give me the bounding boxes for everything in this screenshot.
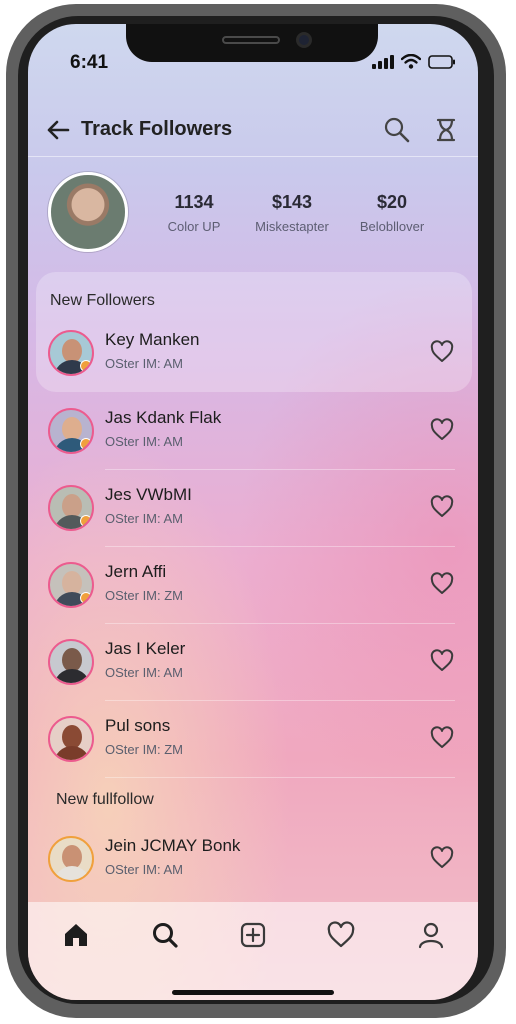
search-icon[interactable] (383, 116, 411, 144)
camera-icon (296, 32, 312, 48)
row-divider (105, 546, 455, 547)
wifi-icon (401, 54, 421, 69)
list-item[interactable]: Jein JCMAY Bonk OSter IM: AM (28, 822, 478, 898)
follower-name: Jas I Keler (105, 639, 186, 658)
header-divider (28, 156, 478, 157)
follower-subtitle: OSter IM: AM (105, 862, 184, 877)
stat-1: 1134 Color UP (164, 192, 224, 234)
stat-value: $143 (271, 192, 313, 212)
row-divider (105, 700, 455, 701)
stat-3: $20 Belobllover (352, 192, 432, 234)
section-title-new-fullfollow: New fullfollow (56, 791, 154, 808)
avatar (48, 485, 94, 531)
stat-value: $20 (376, 192, 408, 212)
list-item[interactable]: Pul sons OSter IM: ZM (28, 702, 478, 778)
signal-icon (372, 55, 394, 69)
stat-label: Miskestapter (255, 219, 329, 234)
badge-icon (80, 360, 92, 372)
user-icon[interactable] (416, 920, 446, 950)
follower-subtitle: OSter IM: AM (105, 511, 184, 526)
follower-subtitle: OSter IM: AM (105, 356, 184, 371)
page-title: Track Followers (81, 118, 233, 140)
search-icon[interactable] (150, 920, 180, 950)
follower-name: Jas Kdank Flak (105, 408, 222, 427)
heart-icon[interactable] (430, 340, 454, 364)
avatar (48, 408, 94, 454)
speaker-grille (222, 36, 280, 44)
badge-icon (80, 515, 92, 527)
heart-icon[interactable] (430, 572, 454, 596)
follower-name: Jes VWbMI (105, 485, 192, 504)
badge-icon (80, 438, 92, 450)
follower-subtitle: OSter IM: AM (105, 665, 184, 680)
follower-subtitle: OSter IM: ZM (105, 588, 183, 603)
status-icons (372, 54, 456, 69)
avatar (48, 639, 94, 685)
avatar (48, 562, 94, 608)
heart-icon[interactable] (430, 418, 454, 442)
stat-label: Belobllover (359, 219, 425, 234)
bottom-tab-bar (28, 902, 478, 1000)
battery-icon (428, 55, 455, 69)
home-icon[interactable] (61, 920, 91, 950)
follower-subtitle: OSter IM: AM (105, 434, 184, 449)
stat-value: 1134 (174, 192, 214, 212)
plus-square-icon[interactable] (238, 920, 268, 950)
section-title-new-followers: New Followers (50, 292, 155, 309)
stat-label: Color UP (167, 219, 221, 234)
follower-name: Jein JCMAY Bonk (105, 836, 241, 855)
follower-name: Jern Affi (105, 562, 167, 581)
row-divider (105, 623, 455, 624)
heart-icon[interactable] (430, 495, 454, 519)
row-divider (105, 469, 455, 470)
avatar (48, 716, 94, 762)
badge-icon (80, 592, 92, 604)
status-time: 6:41 (70, 52, 109, 73)
heart-icon[interactable] (430, 649, 454, 673)
app-screen: 6:41 Track Followers 1134 Color UP $143 … (28, 24, 478, 1000)
home-indicator[interactable] (172, 990, 334, 995)
follower-name: Pul sons (105, 716, 171, 735)
list-item[interactable]: Jas Kdank Flak OSter IM: AM (28, 394, 478, 470)
list-item[interactable]: Jern Affi OSter IM: ZM (28, 548, 478, 624)
notch (126, 24, 378, 62)
follower-name: Key Manken (105, 330, 200, 349)
row-divider (105, 777, 455, 778)
avatar (48, 836, 94, 882)
heart-icon[interactable] (430, 726, 454, 750)
list-item[interactable]: Jes VWbMI OSter IM: AM (28, 471, 478, 547)
profile-avatar[interactable] (48, 172, 128, 252)
app-header: Track Followers (28, 108, 478, 160)
list-item[interactable]: Key Manken OSter IM: AM (28, 316, 478, 392)
avatar (48, 330, 94, 376)
stat-2: $143 Miskestapter (242, 192, 342, 234)
follower-subtitle: OSter IM: ZM (105, 742, 183, 757)
heart-icon[interactable] (430, 846, 454, 870)
back-arrow-icon[interactable] (44, 116, 72, 144)
list-item[interactable]: Jas I Keler OSter IM: AM (28, 625, 478, 701)
hourglass-icon[interactable] (432, 116, 460, 144)
heart-icon[interactable] (326, 920, 356, 950)
